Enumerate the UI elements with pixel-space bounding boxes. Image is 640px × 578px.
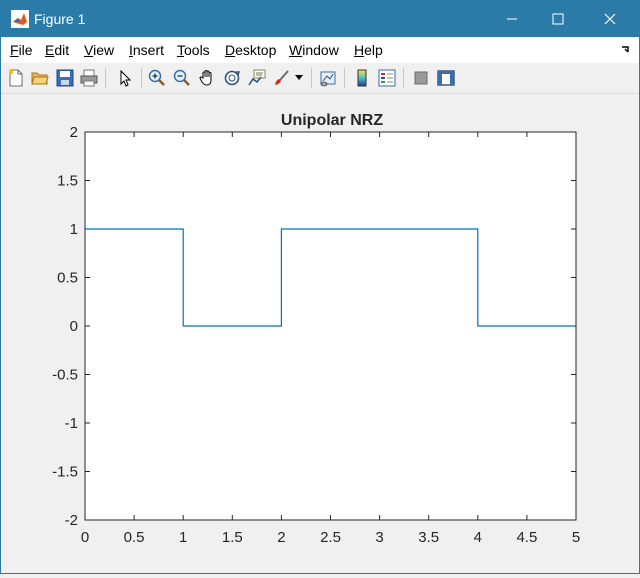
print-icon (80, 69, 98, 87)
data-cursor-button[interactable] (246, 67, 268, 89)
open-file-button[interactable] (29, 67, 51, 89)
matlab-logo-icon (11, 10, 29, 28)
y-tick-label: -0.5 (52, 367, 78, 384)
brush-icon (275, 70, 289, 85)
x-tick-label: 1 (179, 529, 187, 546)
brush-button[interactable] (271, 67, 293, 89)
open-file-icon (31, 72, 49, 85)
menu-edit[interactable]: Edit (45, 42, 69, 58)
chart-title: Unipolar NRZ (281, 112, 383, 129)
insert-legend-button[interactable] (376, 67, 398, 89)
menu-view[interactable]: View (84, 42, 114, 58)
x-tick-label: 1.5 (222, 529, 243, 546)
menu-bar: File Edit View Insert Tools Desktop Wind… (1, 37, 639, 63)
hide-plot-tools-button[interactable] (410, 67, 432, 89)
pan-button[interactable] (196, 67, 218, 89)
x-tick-label: 2.5 (320, 529, 341, 546)
save-icon (56, 69, 74, 87)
minimize-button[interactable] (489, 1, 535, 37)
y-tick-label: 1 (70, 221, 78, 238)
show-plot-tools-button[interactable] (435, 67, 457, 89)
minimize-icon (507, 18, 517, 20)
x-tick-label: 2 (277, 529, 285, 546)
x-tick-label: 3 (375, 529, 383, 546)
maximize-icon (552, 13, 564, 25)
y-tick-label: 1.5 (57, 173, 78, 190)
zoom-in-icon (148, 69, 165, 86)
y-tick-label: 0.5 (57, 270, 78, 287)
show-plot-tools-icon (437, 70, 455, 86)
y-tick-label: 2 (70, 124, 78, 141)
unipolar-nrz-chart[interactable]: Unipolar NRZ 0 0.5 1 1.5 2 2.5 3 3.5 4 4.5 5 2 1.5 1… (1, 94, 639, 573)
link-plot-button[interactable] (317, 67, 339, 89)
insert-colorbar-button[interactable] (351, 67, 373, 89)
menu-desktop[interactable]: Desktop (225, 42, 276, 58)
x-tick-label: 3.5 (418, 529, 439, 546)
zoom-in-button[interactable] (146, 67, 168, 89)
zoom-out-button[interactable] (171, 67, 193, 89)
zoom-out-icon (173, 69, 190, 86)
new-figure-button[interactable] (5, 67, 27, 89)
menu-help[interactable]: Help (354, 42, 383, 58)
figure-toolbar (1, 63, 639, 94)
close-icon (604, 13, 616, 25)
matlab-figure-window: Figure 1 File Edit View Insert Tools Des… (0, 0, 640, 574)
edit-plot-button[interactable] (114, 67, 136, 89)
link-plot-icon (320, 71, 336, 87)
hide-plot-tools-icon (414, 71, 428, 85)
x-tick-label: 4.5 (516, 529, 537, 546)
x-tick-label: 0.5 (124, 529, 145, 546)
dock-figure-icon[interactable] (621, 45, 631, 55)
window-title: Figure 1 (34, 11, 86, 27)
figure-canvas[interactable]: Unipolar NRZ 0 0.5 1 1.5 2 2.5 3 3.5 4 4.5 5 2 1.5 1… (1, 94, 639, 573)
y-tick-label: -1 (65, 415, 78, 432)
insert-legend-icon (378, 69, 396, 87)
new-figure-icon (8, 69, 23, 87)
x-tick-label: 5 (572, 529, 580, 546)
rotate-3d-button[interactable] (221, 67, 243, 89)
close-button[interactable] (587, 1, 633, 37)
y-tick-label: 0 (70, 318, 78, 335)
insert-colorbar-icon (357, 69, 367, 87)
pan-icon (199, 69, 212, 86)
data-cursor-icon (248, 69, 266, 86)
edit-plot-icon (120, 69, 132, 87)
save-button[interactable] (54, 67, 76, 89)
chevron-down-icon (295, 75, 303, 80)
print-button[interactable] (78, 67, 100, 89)
x-tick-label: 0 (81, 529, 89, 546)
rotate-3d-icon (224, 70, 240, 86)
menu-file[interactable]: File (10, 42, 33, 58)
menu-insert[interactable]: Insert (129, 42, 164, 58)
menu-tools[interactable]: Tools (177, 42, 210, 58)
x-tick-label: 4 (474, 529, 482, 546)
brush-dropdown-button[interactable] (293, 67, 305, 89)
y-tick-label: -2 (65, 512, 78, 529)
maximize-button[interactable] (535, 1, 581, 37)
title-bar[interactable]: Figure 1 (1, 1, 639, 37)
menu-window[interactable]: Window (289, 42, 339, 58)
y-tick-label: -1.5 (52, 464, 78, 481)
